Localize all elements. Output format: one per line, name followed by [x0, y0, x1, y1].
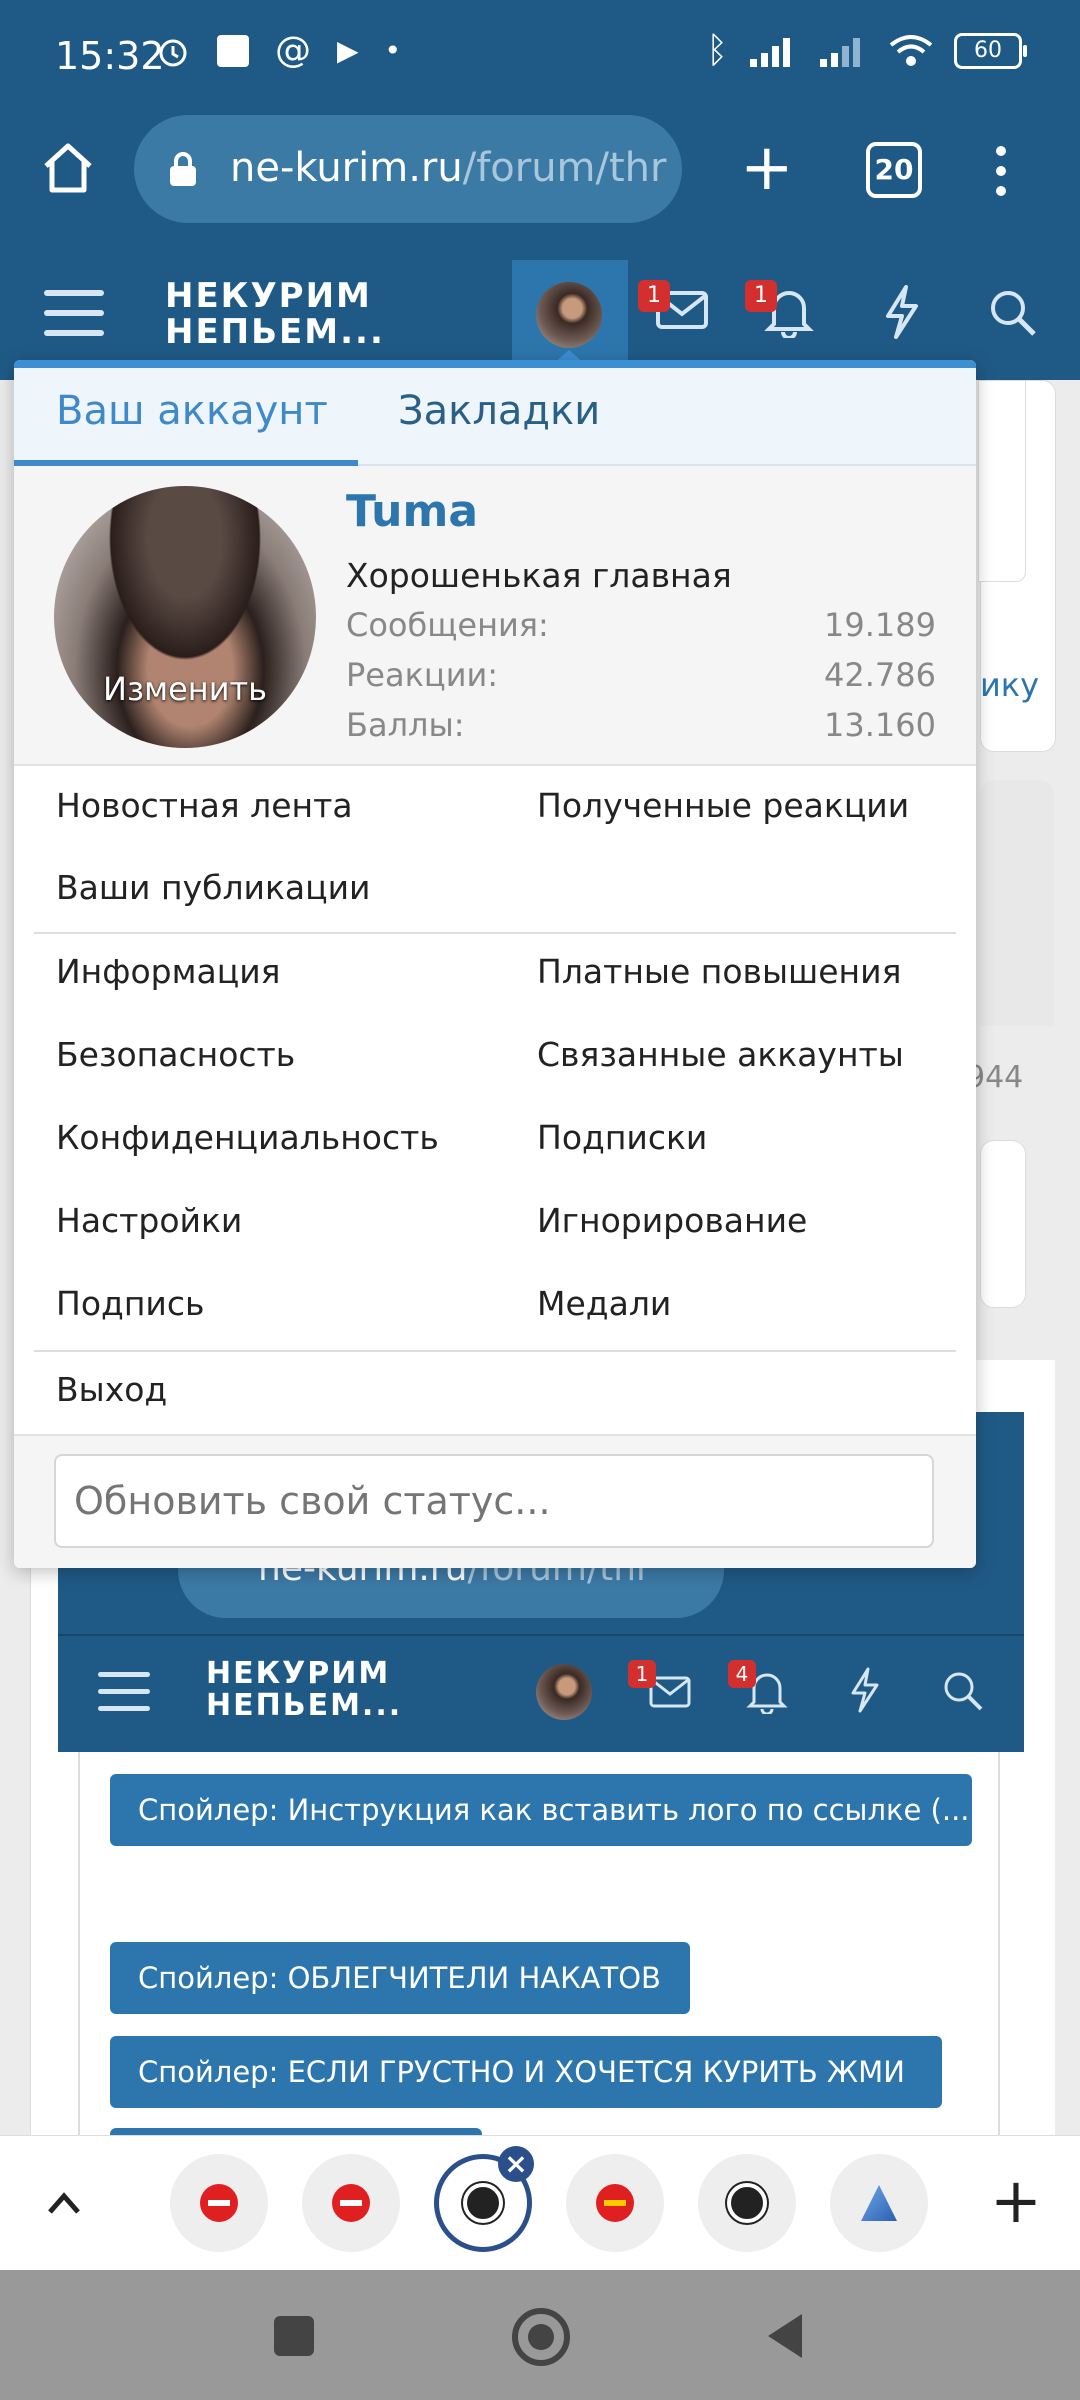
- at-icon: @: [275, 30, 311, 71]
- bottom-tab-strip: × +: [0, 2135, 1080, 2271]
- embedded-messages-badge: 1: [628, 1660, 656, 1688]
- signal-icon: [750, 37, 790, 67]
- globe-icon: [463, 2183, 503, 2223]
- site-logo[interactable]: НЕКУРИМ НЕПЬЕМ...: [165, 278, 385, 350]
- embedded-alerts-badge: 4: [728, 1660, 756, 1688]
- signal-2-icon: [820, 37, 860, 67]
- add-tab-button[interactable]: +: [990, 2166, 1042, 2236]
- stat-label-reactions: Реакции:: [346, 656, 499, 694]
- no-entry-icon: [332, 2184, 370, 2222]
- bluetooth-icon: ᛒ: [706, 30, 728, 71]
- status-update-area: [14, 1434, 976, 1568]
- menu-privacy[interactable]: Конфиденциальность: [56, 1118, 439, 1157]
- menu-connected-accounts[interactable]: Связанные аккаунты: [537, 1035, 904, 1074]
- tab-thumb-1[interactable]: [170, 2154, 268, 2252]
- alerts-badge: 1: [745, 280, 777, 312]
- dot-icon: •: [384, 34, 402, 67]
- embedded-logo: НЕКУРИМ НЕПЬЕМ...: [206, 1656, 403, 1723]
- menu-paid-upgrades[interactable]: Платные повышения: [537, 952, 901, 991]
- search-icon[interactable]: [988, 288, 1038, 338]
- hamburger-menu-icon[interactable]: [44, 290, 104, 336]
- wifi-icon: [889, 34, 933, 66]
- close-tab-icon[interactable]: ×: [498, 2146, 534, 2182]
- chevron-up-icon[interactable]: [44, 2188, 84, 2218]
- menu-ignoring[interactable]: Игнорирование: [537, 1201, 807, 1240]
- tab-thumb-5[interactable]: [698, 2154, 796, 2252]
- stat-label-points: Баллы:: [346, 706, 465, 744]
- lightning-icon[interactable]: [882, 284, 922, 340]
- avatar[interactable]: Изменить: [54, 486, 316, 748]
- stat-value-reactions: 42.786: [824, 656, 936, 694]
- tab-bookmarks[interactable]: Закладки: [398, 388, 600, 434]
- alarm-icon: [159, 39, 187, 66]
- tab-thumb-6[interactable]: [830, 2154, 928, 2252]
- user-avatar-small[interactable]: [536, 282, 602, 348]
- spoiler-button-3[interactable]: Спойлер: ЕСЛИ ГРУСТНО И ХОЧЕТСЯ КУРИТЬ Ж…: [110, 2036, 942, 2108]
- clock: 15:32: [55, 34, 165, 78]
- menu-security[interactable]: Безопасность: [56, 1035, 295, 1074]
- globe-icon: [727, 2183, 767, 2223]
- tab-thumb-4[interactable]: [566, 2154, 664, 2252]
- tab-your-account[interactable]: Ваш аккаунт: [56, 388, 328, 434]
- logout-link[interactable]: Выход: [56, 1370, 167, 1409]
- no-entry-icon: [200, 2184, 238, 2222]
- menu-received-reactions[interactable]: Полученные реакции: [537, 786, 909, 825]
- menu-settings[interactable]: Настройки: [56, 1201, 242, 1240]
- battery-icon: 60: [954, 32, 1027, 69]
- status-input[interactable]: [54, 1454, 934, 1548]
- back-button[interactable]: [762, 2310, 806, 2362]
- menu-information[interactable]: Информация: [56, 952, 281, 991]
- lock-icon: [170, 152, 196, 186]
- account-dropdown: Ваш аккаунт Закладки Изменить Tuma Хорош…: [14, 360, 976, 1568]
- user-title: Хорошенькая главная: [346, 556, 732, 595]
- home-icon[interactable]: [40, 140, 96, 196]
- messages-badge: 1: [638, 280, 670, 312]
- address-bar[interactable]: ne-kurim.ru/forum/thr: [134, 115, 682, 223]
- play-icon: ▶: [337, 34, 359, 67]
- stat-label-messages: Сообщения:: [346, 606, 549, 644]
- menu-news-feed[interactable]: Новостная лента: [56, 786, 353, 825]
- status-bar: 15:32 @ ▶ • ᛒ 60: [0, 0, 1080, 115]
- username[interactable]: Tuma: [346, 486, 478, 537]
- background-link[interactable]: ику: [980, 666, 1039, 704]
- embedded-avatar: [536, 1664, 592, 1720]
- spoiler-button-2[interactable]: Спойлер: ОБЛЕГЧИТЕЛИ НАКАТОВ: [110, 1942, 690, 2014]
- tab-switcher-button[interactable]: 20: [866, 142, 922, 198]
- menu-medals[interactable]: Медали: [537, 1284, 671, 1323]
- avatar-change-link[interactable]: Изменить: [54, 670, 316, 708]
- notification-square-icon: [217, 34, 249, 67]
- profile-summary: Изменить Tuma Хорошенькая главная Сообще…: [14, 466, 976, 766]
- embedded-lightning-icon: [851, 1667, 879, 1713]
- new-tab-button[interactable]: +: [740, 130, 794, 206]
- system-navigation-bar: [0, 2270, 1080, 2400]
- stat-value-messages: 19.189: [824, 606, 936, 644]
- stat-value-points: 13.160: [824, 706, 936, 744]
- spoiler-button-1[interactable]: Спойлер: Инструкция как вставить лого по…: [110, 1774, 972, 1846]
- app-logo-icon: [861, 2185, 897, 2221]
- menu-your-posts[interactable]: Ваши публикации: [56, 868, 371, 907]
- menu-subscriptions[interactable]: Подписки: [537, 1118, 707, 1157]
- no-entry-icon: [596, 2184, 634, 2222]
- account-tabs: Ваш аккаунт Закладки: [14, 368, 976, 466]
- home-button[interactable]: [512, 2308, 570, 2366]
- tab-thumb-2[interactable]: [302, 2154, 400, 2252]
- url-text: ne-kurim.ru/forum/thr: [230, 145, 667, 191]
- embedded-search-icon: [944, 1672, 983, 1711]
- menu-signature[interactable]: Подпись: [56, 1284, 204, 1323]
- embedded-hamburger-icon: [98, 1672, 150, 1711]
- browser-menu-icon[interactable]: [996, 146, 1006, 196]
- recents-button[interactable]: [274, 2316, 314, 2356]
